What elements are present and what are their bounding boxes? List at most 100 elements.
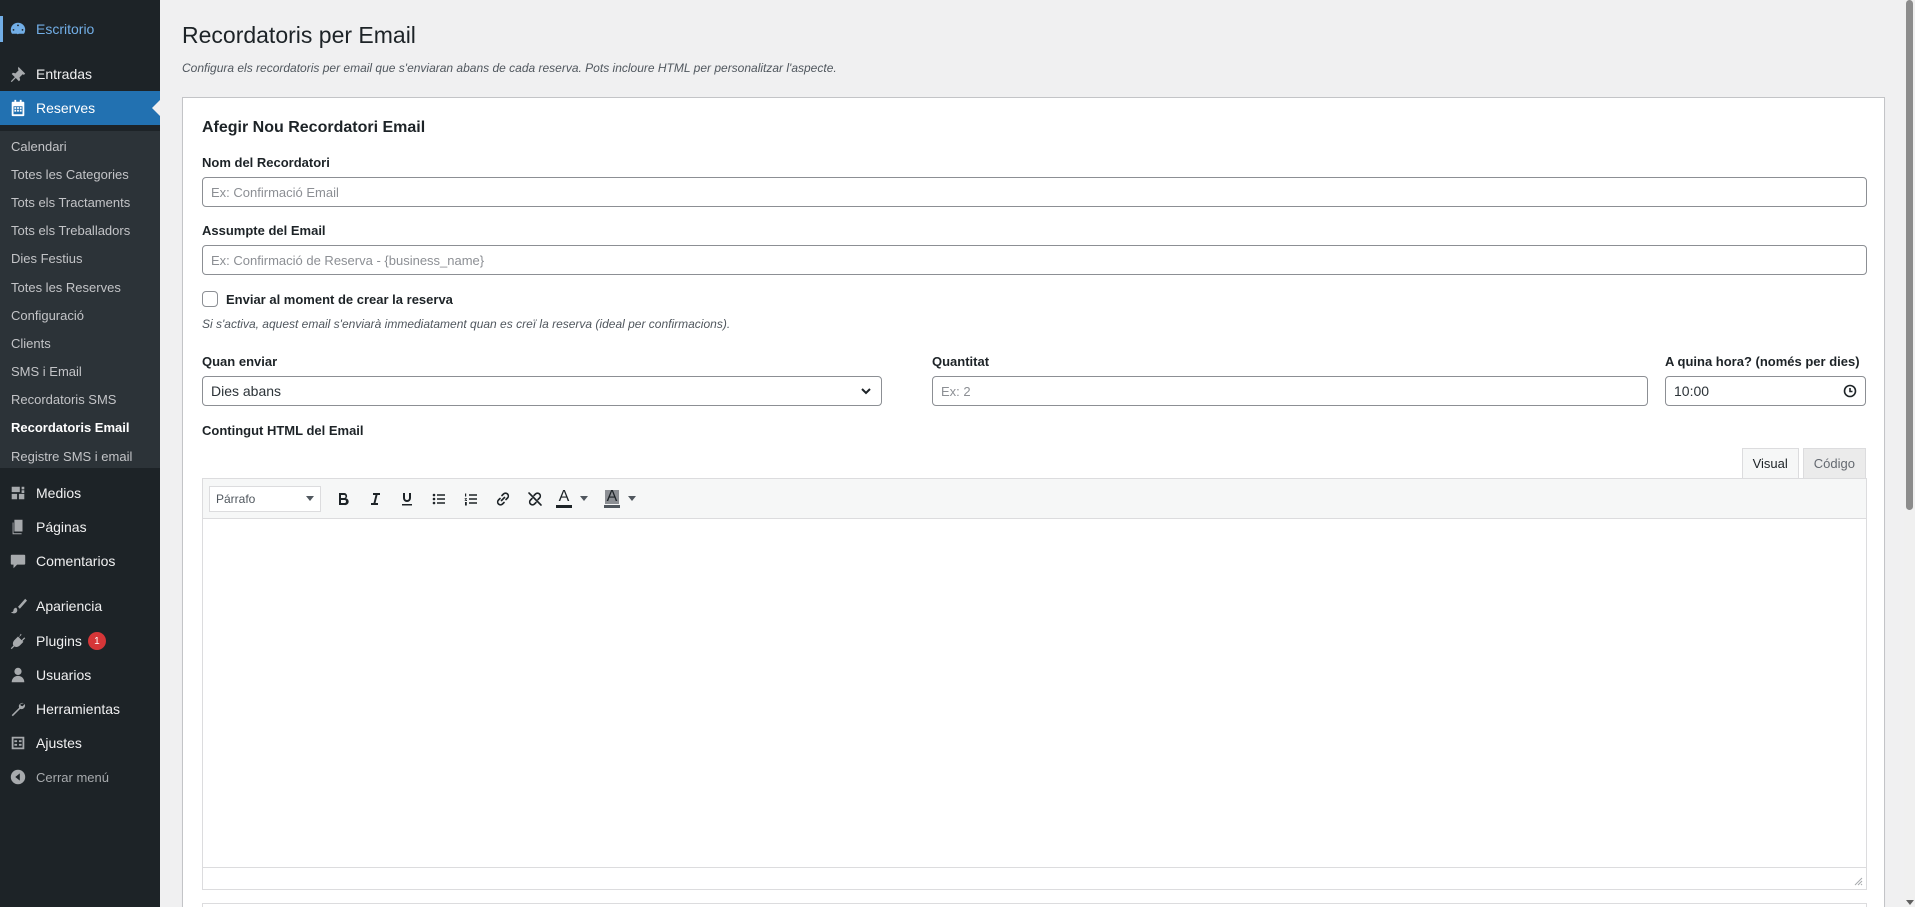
background-color-button[interactable]: A: [599, 484, 625, 514]
menu-comments-label: Comentarios: [36, 553, 116, 569]
text-color-icon: A: [556, 487, 572, 508]
brush-icon: [8, 596, 28, 616]
format-select[interactable]: Párrafo: [209, 485, 321, 512]
submenu-registre[interactable]: Registre SMS i email: [11, 449, 132, 464]
page-title: Recordatoris per Email: [182, 22, 416, 48]
collapse-arrow-icon: [8, 767, 28, 787]
menu-appearance[interactable]: Apariencia: [0, 589, 160, 623]
menu-media-label: Medios: [36, 485, 82, 501]
media-icon: [8, 483, 28, 503]
calendar-icon: [8, 98, 28, 118]
editor-status-bar: [203, 867, 1866, 889]
subject-label: Assumpte del Email: [202, 223, 326, 238]
send-on-create-row: Enviar al moment de crear la reserva: [202, 291, 453, 307]
format-select-value: Párrafo: [216, 491, 256, 506]
menu-pages-label: Páginas: [36, 519, 87, 535]
submenu-categories[interactable]: Totes les Categories: [11, 167, 129, 182]
link-button[interactable]: [487, 484, 519, 514]
page-scrollbar[interactable]: [1904, 0, 1915, 907]
send-on-create-hint: Si s'activa, aquest email s'enviarà imme…: [202, 317, 731, 331]
send-on-create-label: Enviar al moment de crear la reserva: [226, 291, 453, 307]
submenu-calendari[interactable]: Calendari: [11, 139, 67, 154]
submenu-recordatoris-email[interactable]: Recordatoris Email: [11, 420, 130, 435]
submenu-clients[interactable]: Clients: [11, 336, 51, 351]
submenu-sms-email[interactable]: SMS i Email: [11, 364, 82, 379]
background-color-icon: A: [604, 487, 620, 508]
reminder-form-card: Afegir Nou Recordatori Email Nom del Rec…: [182, 97, 1885, 907]
quantity-input[interactable]: [932, 376, 1648, 406]
italic-icon: [371, 492, 380, 505]
bold-icon: [339, 492, 349, 505]
plugins-update-badge: 1: [87, 632, 106, 650]
send-on-create-checkbox[interactable]: [202, 291, 218, 307]
comment-icon: [8, 551, 28, 571]
content-label: Contingut HTML del Email: [202, 423, 364, 438]
clock-icon[interactable]: [1843, 384, 1857, 398]
caret-down-icon: [580, 496, 588, 501]
underline-icon: [402, 492, 412, 505]
text-color-button[interactable]: A: [551, 484, 577, 514]
reminder-name-input[interactable]: [202, 177, 1867, 207]
plugin-icon: [8, 631, 28, 651]
current-menu-arrow: [152, 100, 160, 116]
link-icon: [496, 491, 510, 506]
form-title: Afegir Nou Recordatori Email: [202, 119, 426, 136]
quantity-label: Quantitat: [932, 354, 990, 369]
when-select[interactable]: Dies abans: [202, 376, 882, 406]
submenu-treballadors[interactable]: Tots els Treballadors: [11, 223, 130, 238]
menu-plugins[interactable]: Plugins 1: [0, 624, 160, 658]
submenu-configuracio[interactable]: Configuració: [11, 308, 84, 323]
submenu-reserves[interactable]: Totes les Reserves: [11, 280, 121, 295]
caret-down-icon: [306, 496, 314, 501]
time-input[interactable]: 10:00: [1665, 376, 1866, 406]
text-color-dropdown[interactable]: [577, 484, 591, 514]
settings-icon: [8, 733, 28, 753]
dashboard-icon: [8, 19, 28, 39]
bullet-list-icon: [432, 493, 445, 504]
menu-settings[interactable]: Ajustes: [0, 726, 160, 760]
menu-settings-label: Ajustes: [36, 735, 82, 751]
bullet-list-button[interactable]: [423, 484, 455, 514]
menu-media[interactable]: Medios: [0, 476, 160, 510]
unlink-button[interactable]: [519, 484, 551, 514]
name-label: Nom del Recordatori: [202, 155, 330, 170]
bold-button[interactable]: [327, 484, 359, 514]
menu-reserves[interactable]: Reserves: [0, 91, 160, 125]
submenu-recordatoris-sms[interactable]: Recordatoris SMS: [11, 392, 116, 407]
when-select-value: Dies abans: [211, 383, 282, 399]
menu-comments[interactable]: Comentarios: [0, 544, 160, 578]
menu-posts[interactable]: Entradas: [0, 57, 160, 91]
menu-dashboard-label: Escritorio: [36, 21, 95, 37]
editor-content-area[interactable]: [203, 519, 1866, 869]
tab-visual[interactable]: Visual: [1741, 448, 1799, 478]
scroll-down-arrow-icon[interactable]: [1906, 900, 1914, 905]
html-editor: Párrafo A A: [202, 478, 1867, 890]
menu-tools[interactable]: Herramientas: [0, 692, 160, 726]
menu-users-label: Usuarios: [36, 667, 92, 683]
menu-pages[interactable]: Páginas: [0, 510, 160, 544]
underline-button[interactable]: [391, 484, 423, 514]
menu-dashboard[interactable]: Escritorio: [0, 12, 160, 46]
submenu-dies-festius[interactable]: Dies Festius: [11, 251, 83, 266]
main-content: Recordatoris per Email Configura els rec…: [160, 0, 1904, 907]
resize-handle-icon[interactable]: [1853, 876, 1863, 886]
time-value: 10:00: [1674, 383, 1710, 399]
menu-users[interactable]: Usuarios: [0, 658, 160, 692]
background-color-dropdown[interactable]: [625, 484, 639, 514]
when-label: Quan enviar: [202, 354, 278, 369]
email-subject-input[interactable]: [202, 245, 1867, 275]
background-color-letter: A: [604, 487, 620, 505]
italic-button[interactable]: [359, 484, 391, 514]
reserves-submenu: Calendari Totes les Categories Tots els …: [0, 131, 160, 468]
time-label: A quina hora? (només per dies): [1665, 354, 1860, 369]
numbered-list-button[interactable]: [455, 484, 487, 514]
scrollbar-thumb[interactable]: [1906, 0, 1913, 510]
unlink-icon: [528, 491, 542, 506]
submenu-tractaments[interactable]: Tots els Tractaments: [11, 195, 130, 210]
user-icon: [8, 665, 28, 685]
tab-code[interactable]: Código: [1802, 448, 1866, 478]
text-color-letter: A: [558, 487, 570, 505]
editor-toolbar: Párrafo A A: [203, 479, 1866, 519]
collapse-menu-button[interactable]: Cerrar menú: [0, 760, 160, 794]
pages-icon: [8, 517, 28, 537]
